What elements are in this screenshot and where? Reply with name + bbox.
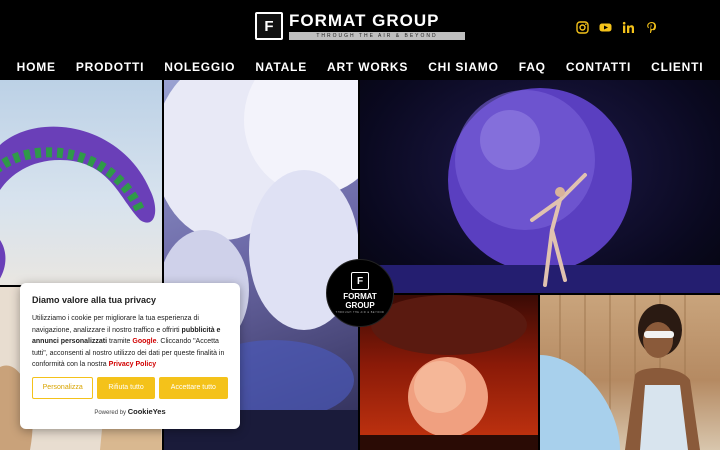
site-logo[interactable]: F FORMAT GROUP THROUGH THE AIR & BEYOND: [255, 12, 465, 40]
powered-by-label: Powered by: [94, 409, 127, 416]
google-link[interactable]: Google: [132, 338, 156, 345]
social-links: [576, 21, 658, 34]
cookieyes-brand[interactable]: CookieYes: [128, 407, 166, 416]
cookie-description: Utilizziamo i cookie per migliorare la t…: [32, 313, 228, 371]
nav-item-faq[interactable]: FAQ: [519, 60, 546, 74]
cookie-buttons: Personalizza Rifiuta tutto Accettare tut…: [32, 376, 228, 399]
center-logo-badge: F FORMAT GROUP THROUGH THE AIR & BEYOND: [326, 259, 394, 327]
gallery-tile-orange-sphere[interactable]: [360, 295, 538, 450]
logo-text: FORMAT GROUP THROUGH THE AIR & BEYOND: [289, 12, 465, 40]
badge-name: FORMAT GROUP: [343, 292, 377, 310]
nav-item-noleggio[interactable]: NOLEGGIO: [164, 60, 235, 74]
cookie-consent-banner: Diamo valore alla tua privacy Utilizziam…: [20, 283, 240, 429]
main-nav: HOME PRODOTTI NOLEGGIO NATALE ART WORKS …: [0, 60, 720, 74]
accept-all-button[interactable]: Accettare tutto: [158, 376, 228, 399]
badge-tagline: THROUGH THE AIR & BEYOND: [335, 311, 385, 314]
cookie-text-2: tramite: [107, 338, 133, 345]
nav-item-art-works[interactable]: ART WORKS: [327, 60, 408, 74]
logo-name: FORMAT GROUP: [289, 11, 440, 30]
dancer-sphere-image: [360, 88, 720, 293]
woman-inflatable-image: [540, 295, 700, 450]
linkedin-icon[interactable]: [622, 21, 635, 34]
nav-item-contatti[interactable]: CONTATTI: [566, 60, 631, 74]
privacy-policy-link[interactable]: Privacy Policy: [109, 361, 156, 368]
instagram-icon[interactable]: [576, 21, 589, 34]
orange-sphere-image: [360, 295, 538, 450]
octopus-tentacle-image: [0, 126, 156, 279]
nav-item-home[interactable]: HOME: [17, 60, 56, 74]
logo-tagline: THROUGH THE AIR & BEYOND: [289, 32, 465, 40]
gallery-tile-dancer-sphere[interactable]: [360, 80, 720, 293]
cookie-title: Diamo valore alla tua privacy: [32, 295, 157, 305]
youtube-icon[interactable]: [599, 21, 612, 34]
gallery-tile-octopus[interactable]: [0, 80, 162, 285]
site-header: F FORMAT GROUP THROUGH THE AIR & BEYOND …: [0, 0, 720, 80]
nav-item-chi-siamo[interactable]: CHI SIAMO: [428, 60, 499, 74]
customize-button[interactable]: Personalizza: [32, 376, 94, 399]
reject-all-button[interactable]: Rifiuta tutto: [97, 376, 155, 399]
pinterest-icon[interactable]: [645, 21, 658, 34]
gallery-tile-woman-inflatable[interactable]: [540, 295, 720, 450]
page: F FORMAT GROUP THROUGH THE AIR & BEYOND …: [0, 0, 720, 450]
badge-name-line2: GROUP: [345, 301, 375, 310]
badge-name-line1: FORMAT: [343, 292, 377, 301]
nav-item-clienti[interactable]: CLIENTI: [651, 60, 703, 74]
nav-item-prodotti[interactable]: PRODOTTI: [76, 60, 144, 74]
cookie-text-1: Utilizziamo i cookie per migliorare la t…: [32, 315, 199, 334]
nav-item-natale[interactable]: NATALE: [255, 60, 307, 74]
badge-mark-icon: F: [351, 272, 369, 290]
cookie-footer: Powered by CookieYes: [32, 407, 228, 416]
logo-mark-icon: F: [255, 12, 283, 40]
